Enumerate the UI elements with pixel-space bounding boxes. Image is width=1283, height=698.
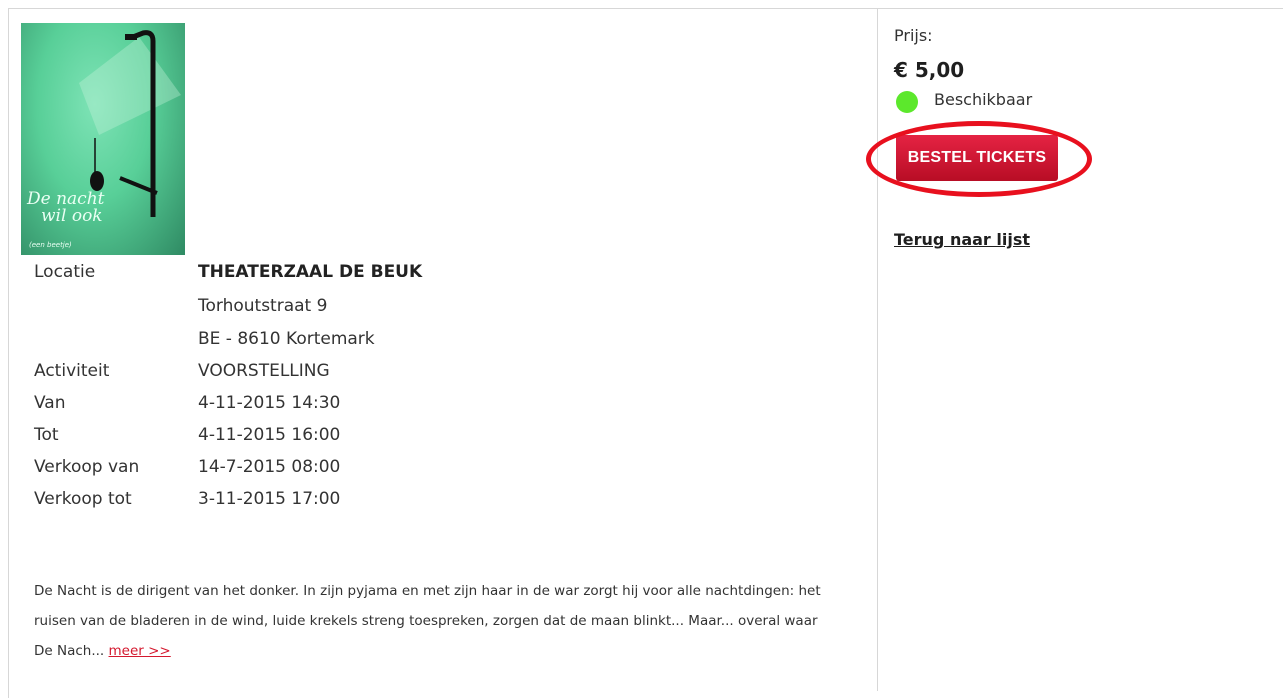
detail-value: 14-7-2015 08:00 (198, 457, 341, 477)
detail-value: 4-11-2015 14:30 (198, 393, 341, 413)
venue-city: BE - 8610 Kortemark (198, 329, 375, 349)
back-to-list-link[interactable]: Terug naar lijst (894, 230, 1030, 249)
poster-subtitle: (een beetje) (29, 241, 72, 249)
detail-label: Van (34, 393, 66, 413)
read-more-link[interactable]: meer >> (109, 643, 171, 659)
detail-label: Verkoop van (34, 457, 140, 477)
detail-label: Activiteit (34, 361, 110, 381)
event-description: De Nacht is de dirigent van het donker. … (34, 576, 824, 666)
venue-street: Torhoutstraat 9 (198, 296, 328, 316)
availability-status-icon (896, 91, 918, 113)
detail-label: Locatie (34, 262, 96, 282)
poster-title-line2: wil ook (41, 206, 103, 226)
venue-name: THEATERZAAL DE BEUK (198, 262, 423, 282)
price-value: € 5,00 (894, 58, 965, 82)
poster-title: De nacht wil ook (27, 191, 127, 225)
column-divider (877, 8, 878, 691)
order-tickets-button[interactable]: BESTEL TICKETS (896, 135, 1058, 181)
availability-text: Beschikbaar (934, 90, 1033, 109)
detail-value: 3-11-2015 17:00 (198, 489, 341, 509)
event-poster-image: De nacht wil ook (een beetje) (21, 23, 185, 255)
detail-value: 4-11-2015 16:00 (198, 425, 341, 445)
detail-value: VOORSTELLING (198, 361, 330, 381)
detail-label: Verkoop tot (34, 489, 132, 509)
price-label: Prijs: (894, 26, 933, 45)
detail-label: Tot (34, 425, 59, 445)
